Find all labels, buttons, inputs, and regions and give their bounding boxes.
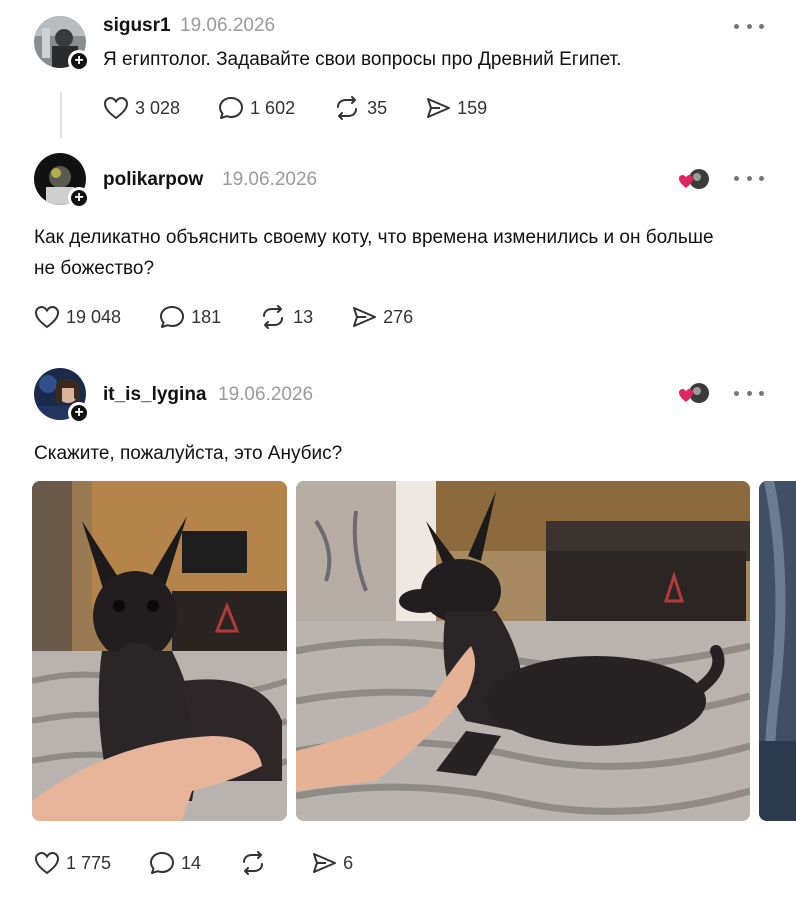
like-count: 3 028 <box>135 97 181 118</box>
post-photo-1[interactable] <box>32 481 287 821</box>
more-dots-icon[interactable] <box>734 173 764 183</box>
reply-button[interactable]: 1 602 <box>218 96 295 120</box>
comment-bubble-icon <box>150 852 175 874</box>
reply-button[interactable]: 181 <box>159 305 221 329</box>
avatar-polikarpow[interactable]: + <box>34 153 90 209</box>
repost-arrows-icon <box>263 305 284 329</box>
repost-arrows-icon <box>243 851 264 875</box>
share-button[interactable]: 6 <box>311 851 353 875</box>
reply-count: 181 <box>191 306 222 327</box>
share-button[interactable]: 276 <box>351 305 413 329</box>
heart-icon <box>34 305 60 329</box>
post-date[interactable]: 19.06.2026 <box>218 384 313 406</box>
repost-button[interactable]: 13 <box>259 305 313 329</box>
post-text: Скажите, пожалуйста, это Анубис? <box>34 443 343 464</box>
share-count: 159 <box>457 97 488 118</box>
post-actions: 1 775 14 6 <box>34 851 391 875</box>
repost-arrows-icon <box>337 96 358 120</box>
heart-icon <box>34 851 60 875</box>
share-button[interactable]: 159 <box>425 96 487 120</box>
repost-button[interactable]: 35 <box>333 96 387 120</box>
reply-count: 1 602 <box>250 97 296 118</box>
post-actions: 19 048 181 13 276 <box>34 305 451 329</box>
heart-icon <box>103 96 129 120</box>
thread-line <box>60 92 62 138</box>
repost-count: 35 <box>367 97 388 118</box>
share-count: 6 <box>343 852 354 873</box>
more-dots-icon[interactable] <box>734 388 764 398</box>
follow-plus-icon[interactable]: + <box>68 50 90 72</box>
liked-by-avatar[interactable] <box>678 382 709 404</box>
avatar-sigusr1[interactable]: + <box>34 16 90 72</box>
username[interactable]: polikarpow <box>103 169 203 191</box>
post-photo-2[interactable] <box>296 481 750 821</box>
post-date[interactable]: 19.06.2026 <box>222 169 317 191</box>
reply-count: 14 <box>181 852 202 873</box>
repost-button[interactable] <box>239 851 273 875</box>
like-count: 19 048 <box>66 306 122 327</box>
avatar-it-is-lygina[interactable]: + <box>34 368 90 424</box>
send-icon <box>427 98 451 118</box>
username[interactable]: sigusr1 <box>103 15 171 37</box>
post-text: Я египтолог. Задавайте свои вопросы про … <box>103 49 622 70</box>
like-button[interactable]: 19 048 <box>34 305 121 329</box>
username[interactable]: it_is_lygina <box>103 384 207 406</box>
post-date[interactable]: 19.06.2026 <box>180 15 275 37</box>
like-count: 1 775 <box>66 852 112 873</box>
post-text: Как деликатно объяснить своему коту, что… <box>34 227 714 279</box>
follow-plus-icon[interactable]: + <box>68 187 90 209</box>
send-icon <box>353 307 377 327</box>
share-count: 276 <box>383 306 414 327</box>
post-photo-3[interactable] <box>759 481 796 821</box>
like-button[interactable]: 1 775 <box>34 851 111 875</box>
liked-by-avatar[interactable] <box>678 168 709 190</box>
post-actions: 3 028 1 602 35 159 <box>103 96 525 120</box>
comment-bubble-icon <box>219 97 244 119</box>
more-dots-icon[interactable] <box>734 21 764 31</box>
like-button[interactable]: 3 028 <box>103 96 180 120</box>
repost-count: 13 <box>293 306 314 327</box>
reply-button[interactable]: 14 <box>149 851 201 875</box>
send-icon <box>313 853 337 873</box>
follow-plus-icon[interactable]: + <box>68 402 90 424</box>
comment-bubble-icon <box>160 306 185 328</box>
